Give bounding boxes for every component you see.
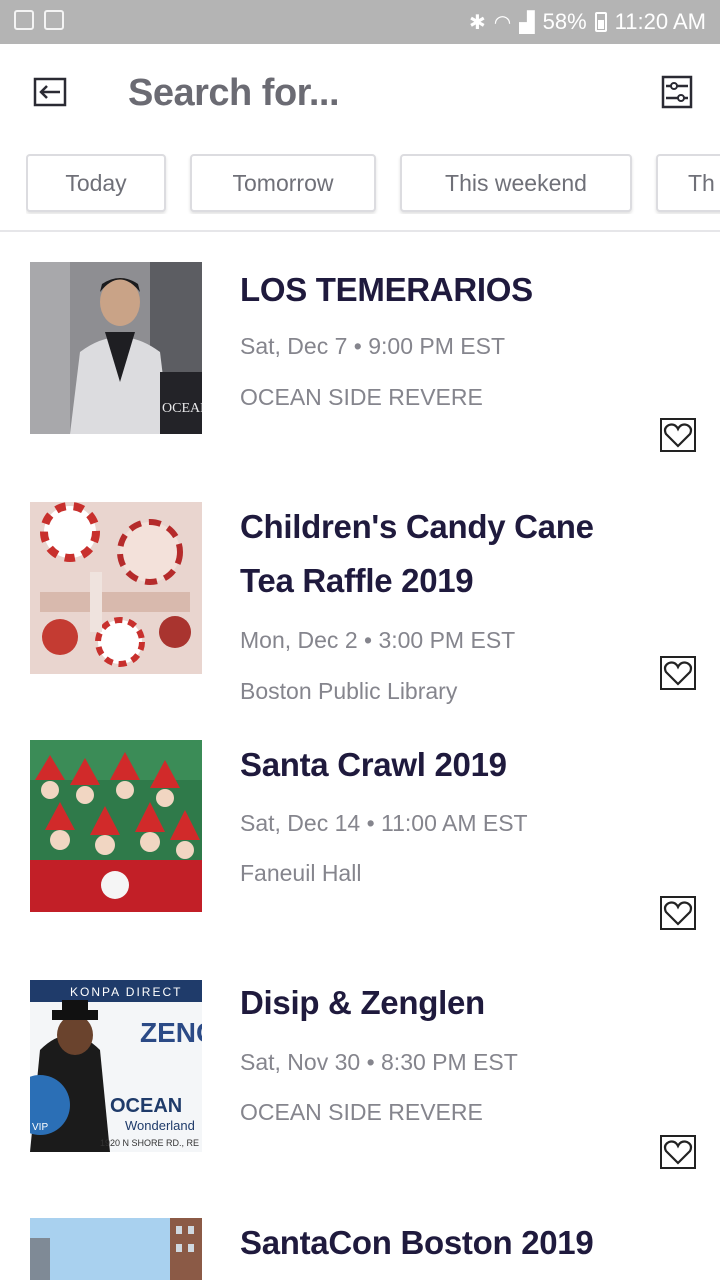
poster-text: ZENGLEN DISIP (140, 1017, 202, 1048)
event-date: Sat, Nov 30 • 8:30 PM EST (240, 1049, 518, 1075)
event-date: Sat, Dec 7 • 9:00 PM EST (240, 333, 505, 359)
wifi-icon: ◠ (493, 11, 512, 34)
heart-icon[interactable] (660, 1135, 696, 1169)
back-arrow-icon[interactable] (32, 76, 68, 108)
poster-text: 1920 N SHORE RD., RE (100, 1138, 199, 1148)
chip-this-weekend[interactable]: This weekend (400, 154, 632, 212)
event-venue: Boston Public Library (240, 678, 458, 704)
signal-icon: ▟ (519, 11, 535, 34)
event-venue: OCEAN SIDE REVERE (240, 1099, 483, 1125)
clock: 11:20 AM (614, 9, 706, 34)
event-title[interactable]: Santa Crawl 2019 (240, 738, 660, 792)
poster-text: VIP (32, 1122, 48, 1133)
heart-icon[interactable] (660, 896, 696, 930)
heart-icon[interactable] (660, 656, 696, 690)
divider (0, 230, 720, 232)
heart-icon[interactable] (660, 418, 696, 452)
chip-more[interactable]: Th (656, 154, 720, 212)
event-image[interactable] (30, 740, 202, 912)
filter-icon[interactable] (660, 74, 694, 110)
chip-tomorrow[interactable]: Tomorrow (190, 154, 376, 212)
event-venue: Faneuil Hall (240, 860, 362, 886)
event-date: Sat, Dec 14 • 11:00 AM EST (240, 810, 528, 836)
poster-text: KONPA DIRECT (70, 985, 182, 999)
poster-text: Wonderland (125, 1118, 195, 1133)
notification-icon (14, 10, 34, 30)
event-title[interactable]: Children's Candy Cane Tea Raffle 2019 (240, 500, 650, 608)
poster-text: OCEAN SIDE (162, 401, 202, 416)
event-image[interactable]: OCEAN SIDE (30, 262, 202, 434)
events-search-screen: ✱ ◠ ▟ 58% 11:20 AM Search for... Today T… (0, 0, 720, 1280)
event-title[interactable]: LOS TEMERARIOS (240, 263, 660, 317)
bluetooth-icon: ✱ (469, 11, 486, 34)
chip-today[interactable]: Today (26, 154, 166, 212)
event-venue: OCEAN SIDE REVERE (240, 384, 483, 410)
event-image[interactable] (30, 1218, 202, 1280)
event-image[interactable] (30, 502, 202, 674)
event-title[interactable]: SantaCon Boston 2019 (240, 1216, 660, 1270)
battery-icon (594, 12, 607, 32)
battery-percent: 58% (542, 9, 587, 34)
event-image[interactable]: KONPA DIRECT ZENGLEN DISIP OCEAN Wonderl… (30, 980, 202, 1152)
poster-text: OCEAN (110, 1095, 182, 1117)
event-date: Mon, Dec 2 • 3:00 PM EST (240, 627, 516, 653)
notification-icon (44, 10, 64, 30)
date-filter-chips: Today Tomorrow This weekend Th (26, 154, 720, 214)
search-input[interactable]: Search for... (128, 72, 340, 115)
notification-icons (14, 10, 64, 30)
status-bar: ✱ ◠ ▟ 58% 11:20 AM (0, 0, 720, 44)
event-title[interactable]: Disip & Zenglen (240, 976, 660, 1030)
